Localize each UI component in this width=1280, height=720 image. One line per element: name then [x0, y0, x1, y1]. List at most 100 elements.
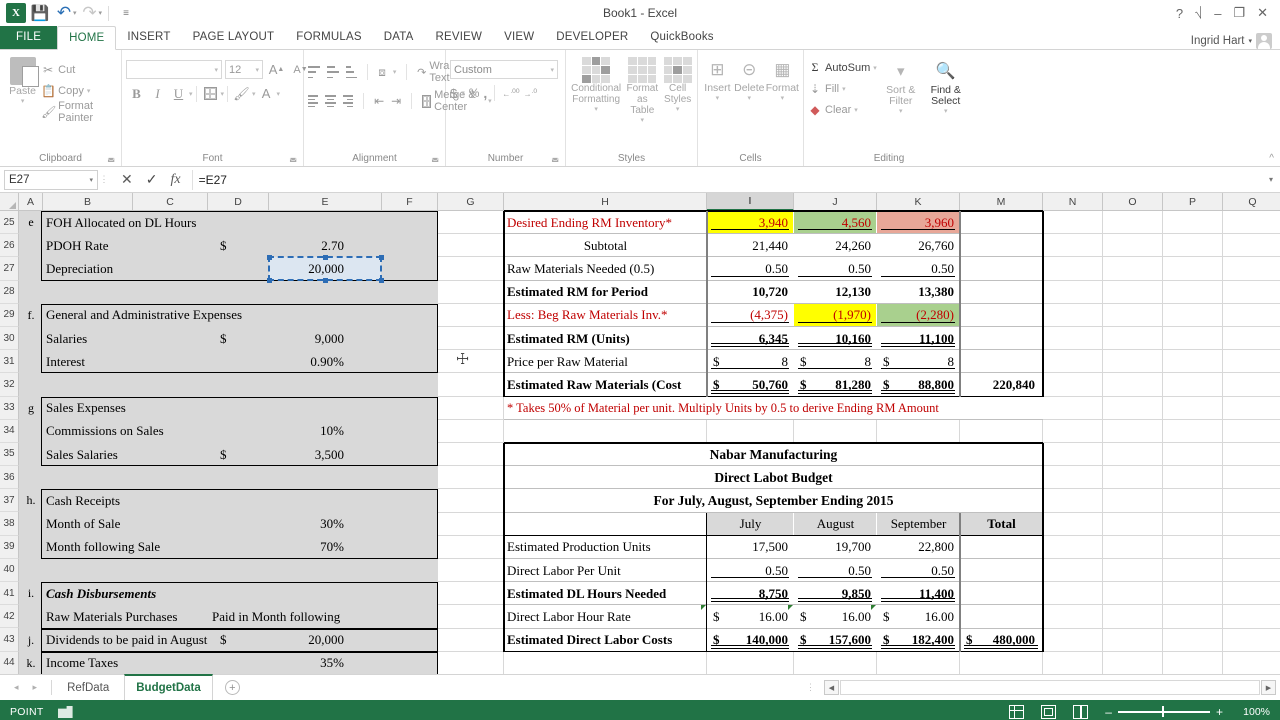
- name-box[interactable]: E27 ▾: [4, 169, 98, 190]
- cell-styles-caret-icon[interactable]: ▾: [676, 105, 680, 113]
- row-header-28[interactable]: 28: [0, 280, 19, 304]
- delete-cells-caret-icon[interactable]: ▾: [748, 94, 752, 102]
- column-header-A[interactable]: A: [19, 193, 43, 211]
- tab-developer[interactable]: DEVELOPER: [545, 25, 639, 49]
- row-header-25[interactable]: 25: [0, 211, 19, 235]
- row-header-26[interactable]: 26: [0, 234, 19, 258]
- expand-formula-bar-button[interactable]: ▾: [1262, 175, 1280, 184]
- rm-row-label-4[interactable]: Less: Beg Raw Materials Inv.*: [504, 304, 707, 327]
- cell-label-27[interactable]: Depreciation: [43, 257, 269, 280]
- autosum-button[interactable]: Σ AutoSum ▾: [808, 57, 877, 78]
- column-header-H[interactable]: H: [504, 193, 707, 211]
- normal-view-button[interactable]: [1009, 705, 1025, 719]
- confirm-edit-button[interactable]: ✓: [146, 171, 158, 188]
- cell-label-44[interactable]: Income Taxes: [43, 652, 269, 674]
- accounting-format-button[interactable]: $: [450, 86, 457, 101]
- borders-button[interactable]: [200, 83, 221, 104]
- dl-value-0-1[interactable]: 19,700: [794, 536, 877, 559]
- cell-value-30[interactable]: 9,000: [269, 327, 382, 350]
- formula-input[interactable]: =E27: [191, 169, 1262, 190]
- alignment-dialog-launcher[interactable]: ◛: [431, 150, 439, 165]
- rm-row-label-7[interactable]: Estimated Raw Materials (Cost: [504, 373, 707, 396]
- align-top-icon[interactable]: [308, 66, 320, 78]
- account-caret-icon[interactable]: ▾: [1248, 37, 1252, 45]
- format-painter-button[interactable]: 🖌 Format Painter: [41, 100, 117, 124]
- align-center-icon[interactable]: [325, 95, 336, 107]
- rm-value-3-2[interactable]: 13,380: [877, 281, 960, 304]
- cell-value-27-text[interactable]: 20,000: [269, 257, 382, 280]
- row-header-34[interactable]: 34: [0, 419, 19, 443]
- rm-value-0-0[interactable]: 3,940: [707, 211, 794, 234]
- font-color-caret-icon[interactable]: ▾: [277, 90, 281, 98]
- zoom-out-button[interactable]: –: [1105, 706, 1112, 718]
- tab-home[interactable]: HOME: [57, 26, 117, 50]
- zoom-level[interactable]: 100%: [1240, 706, 1270, 718]
- format-as-table-caret-icon[interactable]: ▾: [641, 116, 645, 124]
- row-header-29[interactable]: 29: [0, 303, 19, 327]
- align-left-icon[interactable]: [308, 95, 319, 107]
- zoom-track[interactable]: [1117, 706, 1210, 718]
- name-box-caret-icon[interactable]: ▾: [89, 176, 93, 184]
- column-header-B[interactable]: B: [43, 193, 133, 211]
- rm-total-7[interactable]: 220,840: [960, 373, 1043, 396]
- dl-row-label-2[interactable]: Estimated DL Hours Needed: [504, 582, 707, 605]
- format-cells-button[interactable]: ▦ Format ▾: [766, 55, 799, 102]
- tab-review[interactable]: REVIEW: [425, 25, 494, 49]
- row-header-37[interactable]: 37: [0, 489, 19, 513]
- increase-indent-icon[interactable]: ⇥: [391, 94, 401, 108]
- dl-header-1[interactable]: August: [794, 513, 877, 536]
- align-bottom-icon[interactable]: [345, 66, 358, 78]
- rm-row-label-1[interactable]: Subtotal: [504, 234, 707, 257]
- column-header-Q[interactable]: Q: [1223, 193, 1280, 211]
- insert-function-button[interactable]: fx: [170, 172, 180, 188]
- column-header-I[interactable]: I: [707, 193, 794, 211]
- cell-label-33[interactable]: Sales Expenses: [43, 397, 269, 420]
- cell-label-29[interactable]: General and Administrative Expenses: [43, 304, 269, 327]
- fill-caret-icon[interactable]: ▾: [842, 85, 846, 93]
- column-header-K[interactable]: K: [877, 193, 960, 211]
- underline-caret-icon[interactable]: ▾: [189, 90, 193, 98]
- cell-value-35[interactable]: 3,500: [269, 443, 382, 466]
- cell-value-43[interactable]: 20,000: [269, 629, 382, 652]
- row-header-32[interactable]: 32: [0, 373, 19, 397]
- rm-row-label-5[interactable]: Estimated RM (Units): [504, 327, 707, 350]
- column-header-P[interactable]: P: [1163, 193, 1223, 211]
- row-header-31[interactable]: 31: [0, 350, 19, 374]
- tab-formulas[interactable]: FORMULAS: [285, 25, 373, 49]
- copy-button[interactable]: 📋 Copy ▾: [41, 80, 117, 101]
- row-header-43[interactable]: 43: [0, 628, 19, 652]
- rm-row-label-2[interactable]: Raw Materials Needed (0.5): [504, 257, 707, 280]
- number-format-select[interactable]: Custom ▾: [450, 60, 558, 79]
- clear-caret-icon[interactable]: ▾: [854, 106, 858, 114]
- align-middle-icon[interactable]: [326, 66, 339, 78]
- column-header-E[interactable]: E: [269, 193, 382, 211]
- cell-label-31[interactable]: Interest: [43, 350, 269, 373]
- worksheet[interactable]: A B C D E F G H I J K M N O P Q 25 26 27 28…: [0, 193, 1280, 674]
- cell-value-31[interactable]: 0.90%: [269, 350, 382, 373]
- tab-view[interactable]: VIEW: [493, 25, 545, 49]
- page-break-view-button[interactable]: [1073, 705, 1089, 719]
- column-header-O[interactable]: O: [1103, 193, 1163, 211]
- sheet-tab-refdata[interactable]: RefData: [56, 679, 120, 697]
- row-header-42[interactable]: 42: [0, 605, 19, 629]
- conditional-formatting-button[interactable]: Conditional Formatting ▾: [570, 55, 622, 113]
- dl-header-0[interactable]: July: [707, 513, 794, 536]
- dl-value-0-2[interactable]: 22,800: [877, 536, 960, 559]
- increase-decimal-button[interactable]: ←.00: [502, 88, 519, 99]
- copy-caret-icon[interactable]: ▾: [87, 87, 91, 95]
- column-header-D[interactable]: D: [208, 193, 269, 211]
- sort-filter-caret-icon[interactable]: ▾: [899, 107, 903, 115]
- borders-caret-icon[interactable]: ▾: [221, 90, 225, 98]
- align-right-icon[interactable]: [342, 95, 354, 107]
- conditional-formatting-caret-icon[interactable]: ▾: [594, 105, 598, 113]
- bold-button[interactable]: B: [126, 83, 147, 104]
- underline-button[interactable]: U: [168, 83, 189, 104]
- scroll-right-button[interactable]: ▶: [1261, 680, 1276, 695]
- row-header-30[interactable]: 30: [0, 326, 19, 351]
- row-header-27[interactable]: 27: [0, 257, 19, 281]
- rm-value-4-1[interactable]: (1,970): [794, 304, 877, 327]
- dl-row-label-1[interactable]: Direct Labor Per Unit: [504, 559, 707, 582]
- zoom-thumb[interactable]: [1161, 706, 1164, 718]
- split-handle[interactable]: ⋮: [797, 682, 824, 693]
- prev-sheet-icon[interactable]: ◂: [14, 682, 19, 693]
